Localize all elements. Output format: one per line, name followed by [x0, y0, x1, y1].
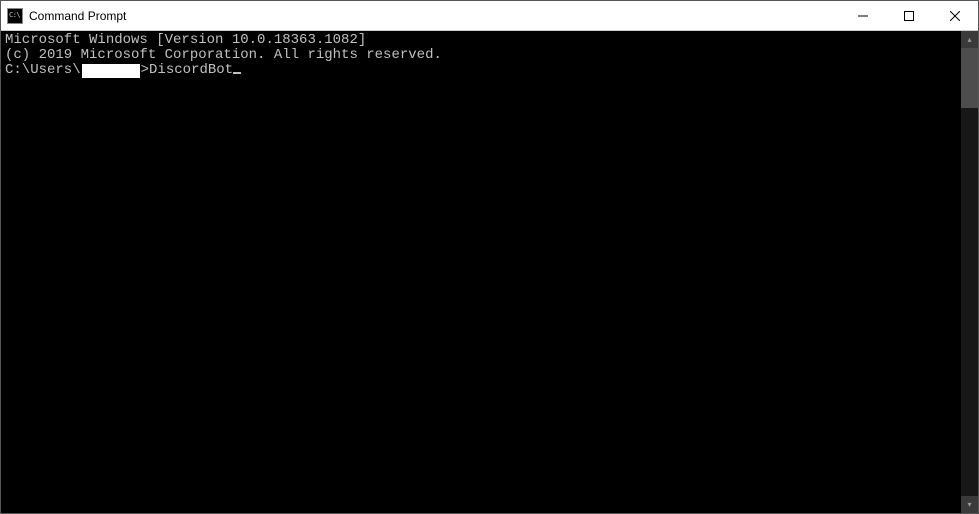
prompt-line: C:\Users\ >DiscordBot	[5, 63, 957, 78]
redacted-username	[82, 64, 140, 78]
chevron-down-icon: ▾	[967, 500, 971, 509]
window-frame: C:\ Command Prompt Microsoft Windows [Ve…	[0, 0, 979, 514]
minimize-button[interactable]	[840, 1, 886, 30]
prompt-prefix: C:\Users\	[5, 62, 81, 78]
close-button[interactable]	[932, 1, 978, 30]
scroll-down-button[interactable]: ▾	[961, 496, 978, 513]
scroll-up-button[interactable]: ▴	[961, 31, 978, 48]
scroll-track[interactable]	[961, 48, 978, 496]
typed-command: DiscordBot	[149, 62, 233, 78]
version-line: Microsoft Windows [Version 10.0.18363.10…	[5, 33, 957, 48]
cursor	[233, 72, 241, 74]
terminal-output[interactable]: Microsoft Windows [Version 10.0.18363.10…	[1, 31, 961, 513]
close-icon	[950, 11, 960, 21]
window-controls	[840, 1, 978, 30]
maximize-icon	[904, 11, 914, 21]
window-title: Command Prompt	[29, 9, 126, 23]
titlebar[interactable]: C:\ Command Prompt	[1, 1, 978, 31]
minimize-icon	[858, 11, 868, 21]
chevron-up-icon: ▴	[967, 35, 971, 44]
prompt-suffix: >	[141, 62, 149, 78]
app-icon: C:\	[7, 8, 23, 24]
maximize-button[interactable]	[886, 1, 932, 30]
copyright-line: (c) 2019 Microsoft Corporation. All righ…	[5, 48, 957, 63]
client-area: Microsoft Windows [Version 10.0.18363.10…	[1, 31, 978, 513]
app-icon-text: C:\	[8, 12, 20, 19]
vertical-scrollbar[interactable]: ▴ ▾	[961, 31, 978, 513]
scroll-thumb[interactable]	[961, 48, 978, 108]
